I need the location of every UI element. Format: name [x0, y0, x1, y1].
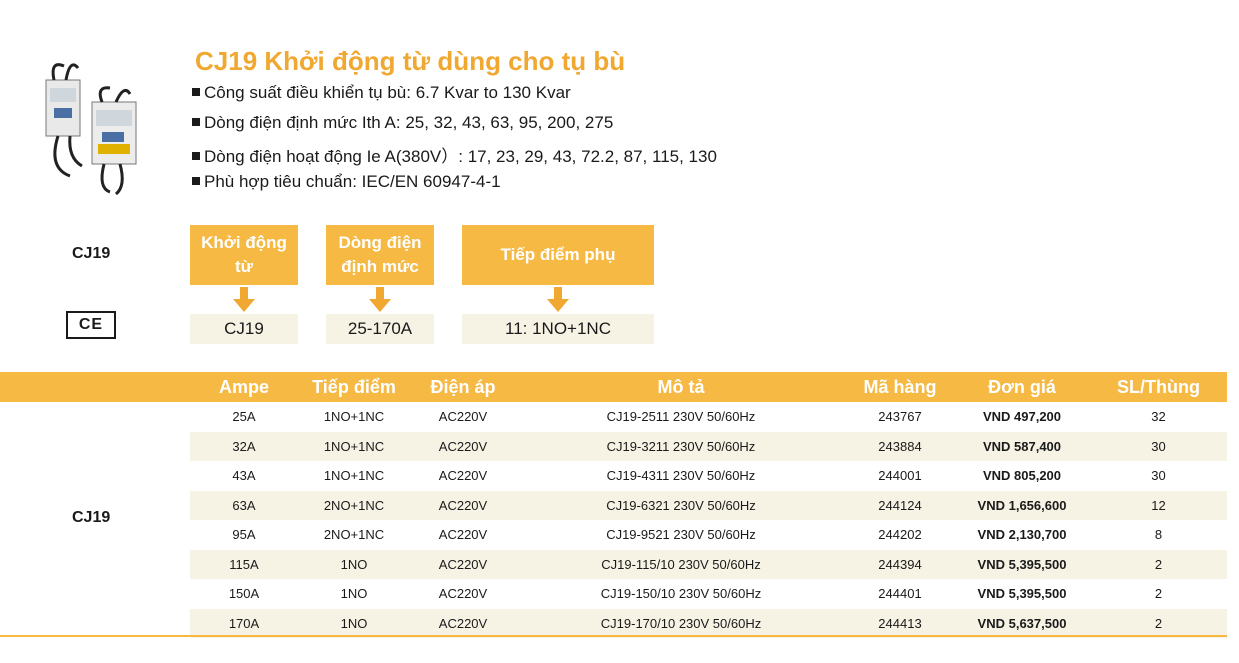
cell-ampe: 32A	[232, 438, 256, 454]
cell-voltage: AC220V	[438, 527, 488, 542]
cell-code: 244401	[878, 586, 922, 601]
cell-description: CJ19-150/10 230V 50/60Hz	[600, 586, 762, 601]
cell-description: CJ19-9521 230V 50/60Hz	[606, 527, 756, 542]
selector-header-contactor: Khởi động từ	[190, 225, 298, 285]
cell-qty: 2	[1154, 615, 1163, 631]
table-group-label: CJ19	[72, 509, 111, 526]
cell-description: CJ19-2511 230V 50/60Hz	[606, 409, 756, 424]
table-row: 25A 1NO+1NC AC220V CJ19-2511 230V 50/60Hz 24…	[190, 402, 1227, 432]
header-voltage: Điện áp	[430, 377, 496, 397]
table-row: 170A 1NO AC220V CJ19-170/10 230V 50/60Hz 244…	[190, 608, 1227, 638]
table-row: 95A 2NO+1NC AC220V CJ19-9521 230V 50/60Hz 24…	[190, 520, 1227, 550]
cell-price: VND 5,395,500	[977, 556, 1067, 572]
selector-header-current: Dòng điện định mức	[326, 225, 434, 285]
table-row: 43A 1NO+1NC AC220V CJ19-4311 230V 50/60Hz 24…	[190, 461, 1227, 491]
selector-value-contactor: CJ19	[190, 314, 298, 344]
cell-voltage: AC220V	[438, 409, 488, 424]
table-row: 115A 1NO AC220V CJ19-115/10 230V 50/60Hz 244…	[190, 549, 1227, 579]
down-arrow-icon	[233, 287, 255, 312]
spec-text: Công suất điều khiển tụ bù: 6.7 Kvar to …	[204, 83, 571, 102]
cell-ampe: 43A	[232, 468, 256, 483]
cell-contact: 2NO+1NC	[323, 527, 385, 542]
cell-ampe: 95A	[232, 527, 256, 542]
cell-ampe: 115A	[229, 556, 259, 572]
cell-code: 243884	[878, 438, 922, 454]
cell-code: 244202	[878, 527, 922, 542]
header-contact: Tiếp điểm	[312, 377, 396, 397]
cell-qty: 2	[1154, 556, 1163, 572]
cell-code: 243767	[878, 409, 922, 424]
cell-qty: 2	[1154, 586, 1163, 601]
table-row: 32A 1NO+1NC AC220V CJ19-3211 230V 50/60Hz 24…	[190, 431, 1227, 461]
spec-bullet: Dòng điện hoạt động Ie A(380V）: 17, 23, …	[192, 142, 717, 167]
cell-qty: 32	[1151, 409, 1166, 424]
table-row: 150A 1NO AC220V CJ19-150/10 230V 50/60Hz 244…	[190, 579, 1227, 609]
header-price: Đơn giá	[988, 377, 1056, 397]
model-label: CJ19	[72, 245, 111, 262]
spec-text: Dòng điện hoạt động Ie A(380V）: 17, 23, …	[204, 147, 717, 166]
spec-text: Phù hợp tiêu chuẩn: IEC/EN 60947-4-1	[204, 172, 501, 191]
cell-voltage: AC220V	[438, 497, 488, 513]
cell-voltage: AC220V	[438, 556, 488, 572]
cell-code: 244413	[878, 615, 922, 631]
header-ampe: Ampe	[218, 377, 269, 397]
table-row: 63A 2NO+1NC AC220V CJ19-6321 230V 50/60Hz 24…	[190, 490, 1227, 520]
cell-price: VND 5,637,500	[977, 615, 1067, 631]
cell-contact: 2NO+1NC	[323, 497, 385, 513]
cell-description: CJ19-115/10 230V 50/60Hz	[601, 556, 761, 572]
cell-contact: 1NO	[340, 615, 368, 631]
cell-qty: 12	[1151, 497, 1166, 513]
selector-header-aux: Tiếp điểm phụ	[462, 225, 654, 285]
cell-voltage: AC220V	[438, 468, 488, 483]
cell-qty: 30	[1151, 438, 1166, 454]
cell-price: VND 1,656,600	[977, 497, 1067, 513]
cell-contact: 1NO+1NC	[323, 468, 385, 483]
cell-voltage: AC220V	[438, 438, 488, 454]
cell-contact: 1NO	[340, 556, 368, 572]
header-qty-per-box: SL/Thùng	[1117, 377, 1200, 397]
cell-ampe: 63A	[232, 497, 256, 513]
cell-ampe: 150A	[228, 586, 260, 601]
spec-bullet: Công suất điều khiển tụ bù: 6.7 Kvar to …	[192, 83, 571, 103]
cell-voltage: AC220V	[438, 586, 488, 601]
down-arrow-icon	[369, 287, 391, 312]
cell-qty: 30	[1151, 468, 1166, 483]
cell-description: CJ19-170/10 230V 50/60Hz	[600, 615, 762, 631]
spec-text: Dòng điện định mức Ith A: 25, 32, 43, 63…	[204, 113, 614, 132]
cell-ampe: 170A	[228, 615, 260, 631]
header-code: Mã hàng	[863, 377, 937, 397]
contactor-product-image	[45, 63, 137, 196]
cell-description: CJ19-4311 230V 50/60Hz	[606, 468, 756, 483]
cell-qty: 8	[1154, 527, 1163, 542]
down-arrow-icon	[547, 287, 569, 312]
cell-code: 244124	[878, 497, 922, 513]
ce-mark: CE	[66, 311, 116, 339]
selector-value-aux: 11: 1NO+1NC	[462, 314, 654, 344]
cell-price: VND 805,200	[982, 468, 1062, 483]
page-title: CJ19 Khởi động từ dùng cho tụ bù	[195, 46, 626, 76]
cell-code: 244001	[878, 468, 922, 483]
selector-value-current: 25-170A	[326, 314, 434, 344]
table-bottom-rule	[0, 635, 1227, 637]
cell-price: VND 2,130,700	[977, 527, 1067, 542]
spec-bullet: Dòng điện định mức Ith A: 25, 32, 43, 63…	[192, 113, 613, 133]
cell-price: VND 497,200	[982, 409, 1062, 424]
header-description: Mô tả	[657, 377, 705, 397]
cell-description: CJ19-3211 230V 50/60Hz	[606, 438, 756, 454]
cell-code: 244394	[878, 556, 922, 572]
cell-voltage: AC220V	[438, 615, 488, 631]
cell-price: VND 587,400	[982, 438, 1062, 454]
cell-description: CJ19-6321 230V 50/60Hz	[606, 497, 756, 513]
cell-ampe: 25A	[232, 409, 256, 424]
cell-contact: 1NO	[340, 586, 368, 601]
spec-bullet: Phù hợp tiêu chuẩn: IEC/EN 60947-4-1	[192, 172, 501, 192]
cell-contact: 1NO+1NC	[323, 438, 385, 454]
table-header: Ampe Tiếp điểm Điện áp Mô tả Mã hàng Đơn…	[0, 372, 1227, 402]
cell-contact: 1NO+1NC	[323, 409, 385, 424]
cell-price: VND 5,395,500	[977, 586, 1067, 601]
